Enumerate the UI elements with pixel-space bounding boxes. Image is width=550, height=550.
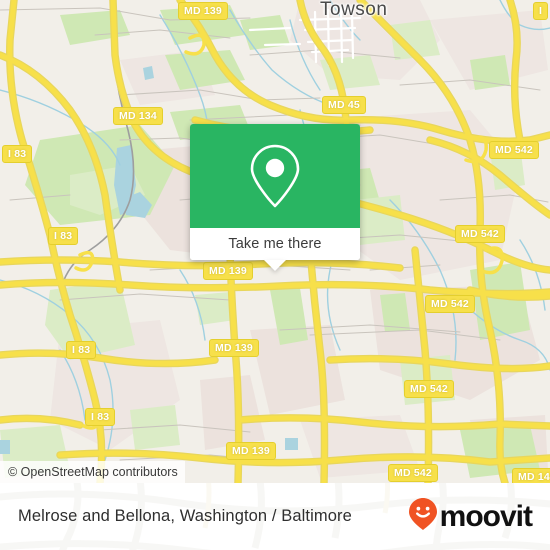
take-me-there-button[interactable]: Take me there [190,228,360,260]
road-shield: MD 139 [203,262,253,280]
moovit-logo[interactable]: moovit [408,497,533,536]
road-shield: I 83 [2,145,33,163]
road-shield: I [533,2,549,20]
road-shield: MD 14 [512,468,550,483]
road-shield: MD 542 [388,464,438,482]
road-shield: MD 542 [425,295,475,313]
road-shield: MD 139 [226,442,276,460]
road-shield: I 83 [66,341,97,359]
road-shield: MD 542 [404,380,454,398]
road-shield: I 83 [85,408,116,426]
moovit-smiley-pin-icon [408,497,438,536]
road-shield: MD 139 [209,339,259,357]
map-canvas[interactable]: .rdmaj { stroke:#f7e04a; fill:none; stro… [0,0,550,483]
place-label-towson: Towson [320,0,388,20]
popup-pin-area [190,124,360,228]
place-name-label: Melrose and Bellona, Washington / Baltim… [18,507,352,525]
footer-bar: Melrose and Bellona, Washington / Baltim… [0,483,550,550]
road-shield: MD 542 [455,225,505,243]
moovit-map-screenshot: .rdmaj { stroke:#f7e04a; fill:none; stro… [0,0,550,550]
moovit-wordmark: moovit [439,499,533,533]
osm-attribution[interactable]: © OpenStreetMap contributors [0,461,185,483]
take-me-there-label: Take me there [228,236,322,252]
road-shield: MD 139 [178,2,228,20]
road-shield: MD 542 [489,141,539,159]
take-me-there-popup[interactable]: Take me there [190,124,360,271]
road-shield: MD 45 [322,96,366,114]
road-shield: I 83 [48,227,79,245]
road-shield: MD 134 [113,107,163,125]
popup-pointer [264,260,286,271]
location-pin-icon [249,143,301,209]
